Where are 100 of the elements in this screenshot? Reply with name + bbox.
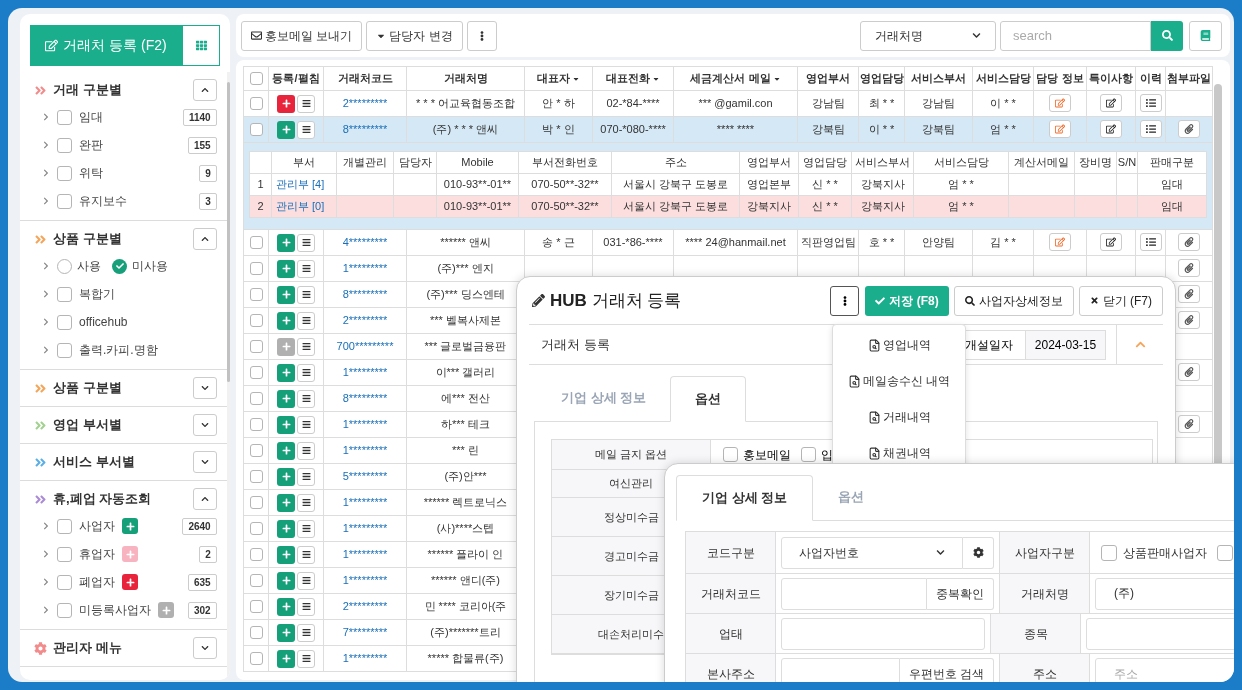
text-input[interactable] xyxy=(781,657,900,682)
checkbox[interactable] xyxy=(57,602,72,618)
checkbox[interactable] xyxy=(249,574,263,587)
contact-edit-button[interactable] xyxy=(1049,94,1071,113)
checkbox[interactable] xyxy=(249,418,263,431)
text-input[interactable] xyxy=(781,617,985,650)
collapse-toggle[interactable] xyxy=(192,414,217,436)
checkbox[interactable] xyxy=(249,548,263,561)
chevron-right-icon[interactable] xyxy=(42,578,50,586)
attachment-button[interactable] xyxy=(1178,311,1200,330)
menu-item[interactable]: 거래내역 xyxy=(833,399,965,435)
checkbox[interactable] xyxy=(249,72,263,85)
checkbox[interactable] xyxy=(249,97,263,110)
text-input[interactable] xyxy=(1086,617,1234,650)
menu-button[interactable] xyxy=(297,441,315,460)
checkbox[interactable] xyxy=(249,262,263,275)
radio-button[interactable] xyxy=(112,258,127,274)
menu-button[interactable] xyxy=(297,545,315,564)
settings-button[interactable] xyxy=(963,536,994,569)
checkbox[interactable] xyxy=(249,652,263,665)
chevron-right-icon[interactable] xyxy=(42,169,50,177)
menu-button[interactable] xyxy=(297,571,315,590)
chevron-right-icon[interactable] xyxy=(42,197,50,205)
checkbox[interactable] xyxy=(249,522,263,535)
checkbox[interactable] xyxy=(249,600,263,613)
attachment-button[interactable] xyxy=(1178,415,1200,434)
contact-edit-button[interactable] xyxy=(1049,120,1071,139)
checkbox[interactable] xyxy=(249,444,263,457)
collapse-toggle[interactable] xyxy=(192,228,217,250)
collapse-toggle[interactable] xyxy=(192,451,217,473)
menu-button[interactable] xyxy=(297,649,315,668)
checkbox[interactable] xyxy=(57,165,72,181)
menu-button[interactable] xyxy=(297,597,315,616)
menu-button[interactable] xyxy=(297,519,315,538)
menu-button[interactable] xyxy=(297,493,315,512)
business-info-button[interactable]: 사업자상세정보 xyxy=(953,285,1074,316)
menu-button[interactable] xyxy=(297,363,315,382)
menu-button[interactable] xyxy=(297,467,315,486)
checkbox[interactable] xyxy=(249,288,263,301)
checkbox[interactable] xyxy=(723,447,738,462)
tab[interactable]: 옵션 xyxy=(670,376,747,422)
menu-item[interactable]: 메일송수신 내역 xyxy=(833,363,965,399)
menu-button[interactable] xyxy=(297,233,315,252)
menu-button[interactable] xyxy=(297,94,315,113)
text-input[interactable]: (주) xyxy=(1095,577,1234,610)
checkbox[interactable] xyxy=(57,193,72,209)
checkbox[interactable] xyxy=(1101,544,1117,561)
search-button[interactable] xyxy=(1151,20,1183,51)
checkbox[interactable] xyxy=(249,496,263,509)
menu-button[interactable] xyxy=(297,311,315,330)
checkbox[interactable] xyxy=(801,447,816,462)
checkbox[interactable] xyxy=(57,342,72,358)
collapse-toggle[interactable] xyxy=(192,377,217,399)
menu-button[interactable] xyxy=(297,259,315,278)
collapse-toggle[interactable] xyxy=(192,488,217,510)
add-button[interactable] xyxy=(277,94,295,113)
attachment-button[interactable] xyxy=(1178,120,1200,139)
attachment-button[interactable] xyxy=(1178,233,1200,252)
checkbox[interactable] xyxy=(249,470,263,483)
menu-button[interactable] xyxy=(297,285,315,304)
text-input[interactable]: 주소 xyxy=(1095,657,1234,682)
checkbox[interactable] xyxy=(57,286,72,302)
note-edit-button[interactable] xyxy=(1100,120,1122,139)
checkbox[interactable] xyxy=(1217,544,1233,561)
field-button[interactable]: 우편번호 검색 xyxy=(899,657,994,682)
text-input[interactable] xyxy=(781,577,927,610)
attachment-button[interactable] xyxy=(1178,285,1200,304)
note-edit-button[interactable] xyxy=(1100,94,1122,113)
contact-row[interactable]: 2 관리부 [0] 010-93**-01** 070-50**-32** 서울시 강북구 도봉로 강북지사 신 * * 강북지사 엄 * * 임대 xyxy=(249,195,1207,218)
more-button[interactable] xyxy=(830,285,860,316)
checkbox[interactable] xyxy=(57,137,72,153)
search-input[interactable]: search xyxy=(1000,20,1151,51)
history-list-button[interactable] xyxy=(1139,120,1162,139)
chevron-right-icon[interactable] xyxy=(42,346,50,354)
contact-row[interactable]: 1 관리부 [4] 010-93**-01** 070-50**-32** 서울시 강북구 도봉로 영업본부 신 * * 강북지사 엄 * * 임대 xyxy=(249,173,1207,196)
checkbox[interactable] xyxy=(57,109,72,125)
code-type-select[interactable]: 사업자번호 xyxy=(781,536,963,569)
menu-button[interactable] xyxy=(297,623,315,642)
checkbox[interactable] xyxy=(249,340,263,353)
chevron-right-icon[interactable] xyxy=(42,290,50,298)
checkbox[interactable] xyxy=(57,518,72,534)
checkbox[interactable] xyxy=(57,314,72,330)
checkbox[interactable] xyxy=(249,366,263,379)
menu-button[interactable] xyxy=(297,415,315,434)
attachment-button[interactable] xyxy=(1178,259,1200,278)
table-row[interactable]: 4********* ****** 앤씨 송 * 근 031-*86-**** **** 24@hanmail.net 직판영업팀 호 * * 안양팀 김 * * xyxy=(243,229,1213,256)
chevron-right-icon[interactable] xyxy=(42,141,50,149)
attachment-button[interactable] xyxy=(1178,363,1200,382)
table-row[interactable]: 2********* * * * 어교육협동조합 안 * 하 02-*84-**** *** @gamil.con 강남팀 최 * * 강남팀 이 * * xyxy=(243,90,1213,117)
checkbox[interactable] xyxy=(57,574,72,590)
checkbox[interactable] xyxy=(57,546,72,562)
history-list-button[interactable] xyxy=(1139,94,1162,113)
radio-button[interactable] xyxy=(57,258,72,274)
checkbox[interactable] xyxy=(249,314,263,327)
close-button[interactable]: 닫기 (F7) xyxy=(1078,285,1163,316)
search-field-select[interactable]: 거래처명 xyxy=(860,20,996,51)
collapse-toggle[interactable] xyxy=(192,637,217,659)
chevron-right-icon[interactable] xyxy=(42,318,50,326)
book-button[interactable] xyxy=(1189,20,1222,51)
contact-edit-button[interactable] xyxy=(1049,233,1071,252)
